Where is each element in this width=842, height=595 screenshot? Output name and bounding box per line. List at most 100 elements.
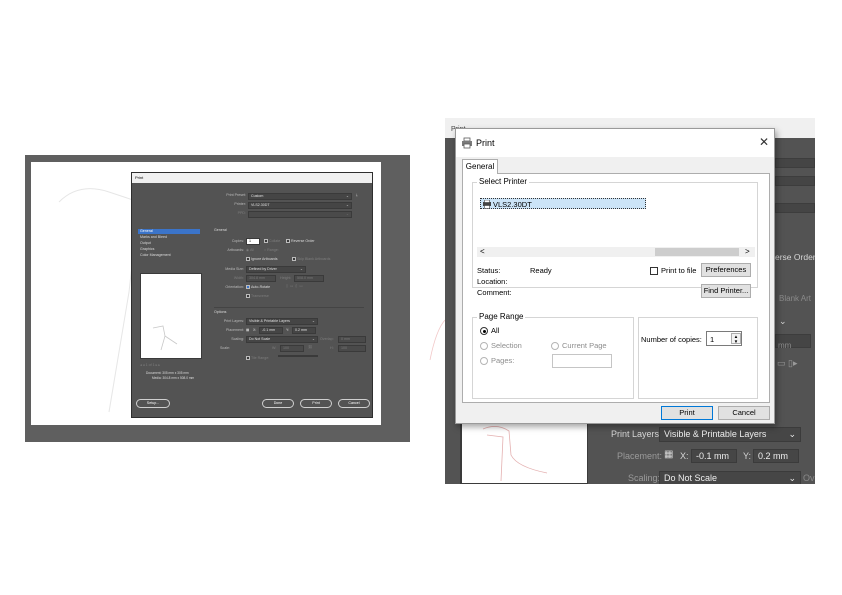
bg-placement-grid-icon: ▦ [664, 449, 674, 460]
windows-print-dialog: Print ✕ General Select Printer VLS2.30DT… [455, 128, 775, 424]
preferences-button[interactable]: Preferences [701, 263, 751, 277]
width-input[interactable]: 304.8 mm [246, 275, 276, 282]
bg-x-label: X: [680, 451, 689, 461]
save-preset-icon[interactable]: ⤓ [356, 193, 358, 198]
ignore-artboards-checkbox[interactable]: Ignore Artboards [246, 257, 278, 262]
bg-scaling-label: Scaling: [628, 473, 661, 483]
general-tab-panel: Select Printer VLS2.30DT < > Status: Rea… [462, 173, 770, 403]
bg-placement-label: Placement: [617, 451, 663, 461]
print-button[interactable]: Print [661, 406, 713, 420]
find-printer-button[interactable]: Find Printer... [701, 284, 751, 298]
bg-print-layers-label: Print Layers: [611, 429, 662, 439]
scale-h-label: H: [330, 346, 334, 350]
media-size-select[interactable]: Defined by Driver ⌄ [246, 266, 306, 273]
scaling-select[interactable]: Do Not Scale ⌄ [246, 336, 318, 343]
bg-mm-field: mm [775, 334, 811, 350]
overlap-input[interactable]: 0 mm [338, 336, 366, 343]
ppd-select[interactable]: ⌄ [248, 211, 352, 218]
bg-field [775, 158, 815, 168]
copies-spinner-icon[interactable]: ▲ ▼ [731, 333, 741, 344]
nav-item-graphics[interactable]: Graphics [138, 247, 200, 252]
scale-label: Scale: [220, 346, 230, 350]
scale-h-input[interactable]: 100 [338, 345, 366, 352]
windows-print-screenshot: Print erse Order Blank Art ⌄ mm ▭ ▯▸ Pri… [445, 118, 815, 484]
range-pages-radio[interactable]: Pages: [480, 356, 514, 366]
tile-range-checkbox[interactable]: Tile Range: [246, 356, 269, 361]
cancel-button[interactable]: Cancel [718, 406, 770, 420]
nav-item-marks-and-bleed[interactable]: Marks and Bleed [138, 235, 200, 240]
tile-range-input[interactable] [278, 355, 318, 357]
collate-checkbox[interactable]: Collate [264, 239, 280, 244]
bg-reverse-order-text: erse Order [775, 252, 815, 262]
bg-preview-artwork [482, 426, 548, 482]
scaling-label: Scaling: [231, 337, 244, 341]
bg-preview-edge [460, 418, 462, 484]
copies-input[interactable]: 1 ▲ ▼ [706, 331, 742, 346]
range-all-radio[interactable]: All [480, 326, 499, 336]
illustrator-screenshot: Print Print Preset: Custom ⌄ ⤓ Printer: V… [25, 155, 410, 442]
nav-item-color-management[interactable]: Color Management [138, 253, 200, 258]
skip-blank-checkbox[interactable]: Skip Blank Artboards [292, 257, 330, 262]
scale-w-input[interactable]: 100 [280, 345, 304, 352]
select-printer-label: Select Printer [477, 177, 530, 186]
printer-select[interactable]: VLS2.30DT ⌄ [248, 202, 352, 209]
print-layers-select[interactable]: Visible & Printable Layers ⌄ [246, 318, 318, 325]
bg-scaling-select: Do Not Scale ⌄ [659, 471, 801, 484]
artboards-range-radio[interactable]: ○ Range: [264, 248, 279, 253]
dialog-title: Print [132, 173, 372, 183]
orientation-icons[interactable]: ▯▭▯▭ [286, 284, 305, 289]
placement-label: Placement: [226, 328, 244, 332]
copies-label: Copies: [231, 239, 244, 243]
setup-button[interactable]: Setup... [136, 399, 170, 408]
scale-w-label: W: [272, 346, 277, 350]
placement-x-label: X: [253, 328, 257, 332]
width-label: Width: [233, 276, 244, 280]
artboards-label: Artboards: [227, 248, 244, 252]
printer-icon [462, 137, 472, 149]
range-current-page-radio[interactable]: Current Page [551, 341, 607, 351]
orientation-label: Orientation: [225, 285, 244, 289]
scale-link-icon[interactable]: ⛓ [308, 345, 313, 350]
bg-chevron-icon: ⌄ [779, 316, 787, 326]
print-preset-select[interactable]: Custom ⌄ [248, 193, 352, 200]
preview-nav[interactable]: ◂ ◂ 1 of 1 ▸ ▸ [140, 363, 202, 368]
cancel-button[interactable]: Cancel [338, 399, 370, 408]
options-heading: Options [214, 310, 227, 314]
placement-y-input[interactable]: 0.2 mm [292, 327, 316, 334]
done-button[interactable]: Done [262, 399, 294, 408]
nav-item-output[interactable]: Output [138, 241, 200, 246]
scrollbar-thumb[interactable] [655, 248, 739, 256]
tab-general[interactable]: General [462, 159, 498, 174]
reverse-order-checkbox[interactable]: Reverse Order [286, 239, 315, 244]
scroll-left-icon[interactable]: < [480, 247, 485, 256]
status-label: Status: [477, 266, 501, 275]
print-preset-label: Print Preset: [226, 193, 246, 197]
printer-item-selected[interactable]: VLS2.30DT [480, 198, 646, 209]
bg-preview [460, 418, 588, 484]
copies-input[interactable]: 1 [246, 238, 260, 245]
bg-print-layers-select: Visible & Printable Layers ⌄ [659, 427, 801, 442]
height-input[interactable]: 508.0 mm [294, 275, 324, 282]
artboards-all-radio[interactable]: ◉ All [246, 248, 254, 253]
dialog-titlebar [456, 129, 774, 157]
placement-x-input[interactable]: -0.1 mm [259, 327, 283, 334]
range-selection-radio[interactable]: Selection [480, 341, 522, 351]
nav-item-general[interactable]: General [138, 229, 200, 234]
close-icon[interactable]: ✕ [756, 134, 772, 150]
bg-orientation-icons: ▭ ▯▸ [777, 358, 798, 368]
print-button[interactable]: Print [300, 399, 332, 408]
copies-group [638, 317, 758, 399]
scroll-right-icon[interactable]: > [745, 247, 750, 256]
preview-artwork [152, 325, 178, 351]
page-range-label: Page Range [477, 312, 526, 321]
print-preview[interactable] [140, 273, 202, 359]
dialog-title: Print [476, 138, 495, 148]
placement-y-label: Y: [286, 328, 290, 332]
auto-rotate-checkbox[interactable]: Auto-Rotate [246, 285, 270, 290]
copies-value: 1 [710, 335, 715, 344]
transverse-checkbox[interactable]: Transverse [246, 294, 269, 299]
location-label: Location: [477, 277, 508, 286]
pages-input[interactable] [552, 354, 612, 368]
placement-grid-icon[interactable]: ▦ [246, 328, 249, 333]
print-to-file-checkbox[interactable]: Print to file [650, 266, 696, 276]
